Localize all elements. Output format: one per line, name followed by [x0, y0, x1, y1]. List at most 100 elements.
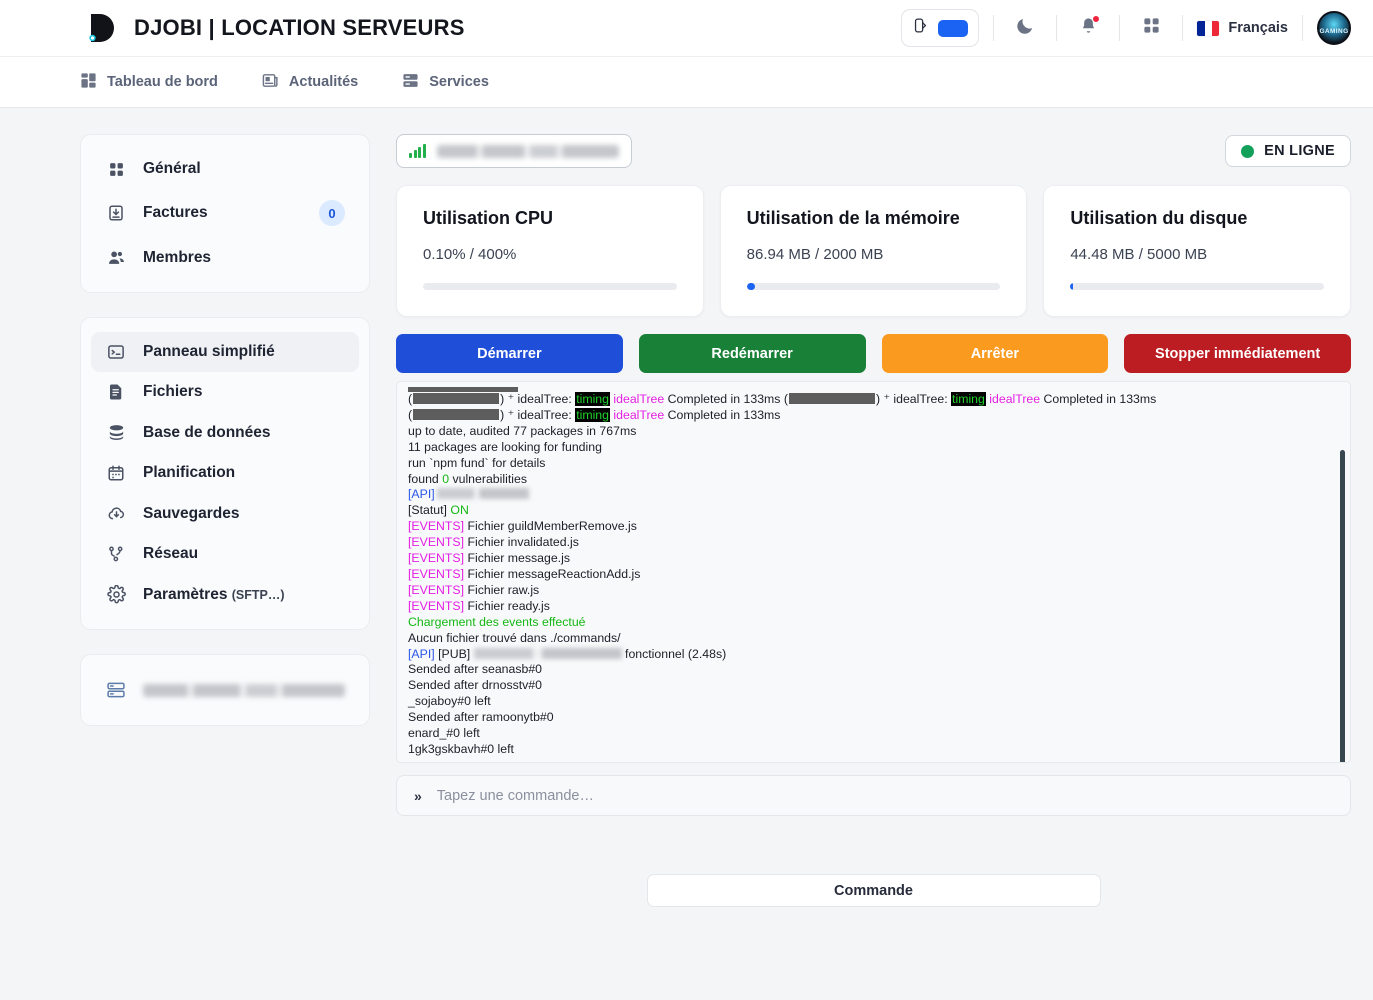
api-tag: [API]: [408, 487, 435, 502]
top-bar: DJOBI | LOCATION SERVEURS Français GAMIN…: [0, 0, 1373, 57]
vuln-suffix: vulnerabilities: [449, 471, 527, 486]
events-tag: [EVENTS]: [408, 519, 465, 534]
npm-completed-1: Completed in 133ms: [664, 392, 781, 406]
stat-progress-cpu: [423, 283, 677, 290]
stat-title-memory: Utilisation de la mémoire: [746, 208, 960, 228]
start-button[interactable]: Démarrer: [396, 334, 623, 373]
event-file: Fichier message.js: [464, 551, 570, 566]
console-line: enard_#0 left: [408, 726, 480, 741]
notifications-button[interactable]: [1071, 11, 1105, 45]
dashboard-grid-icon: [80, 72, 97, 93]
apps-button[interactable]: [1134, 11, 1168, 45]
sidebar-item-members[interactable]: Membres: [91, 237, 359, 278]
nav-item-news[interactable]: Actualités: [262, 57, 358, 107]
api-tag: [API]: [408, 646, 435, 661]
sidebar-item-console[interactable]: Panneau simplifié: [91, 332, 359, 372]
pub-tag: [PUB]: [434, 646, 474, 661]
stat-card-disk: Utilisation du disque 44.48 MB / 5000 MB: [1043, 185, 1352, 317]
page-body: Général Factures 0 Membres Panneau simpl…: [0, 108, 1373, 1000]
kill-button[interactable]: Stopper immédiatement: [1124, 334, 1351, 373]
divider-3: [1119, 15, 1121, 41]
restart-button[interactable]: Redémarrer: [638, 334, 866, 373]
console-line: run `npm fund` for details: [408, 455, 546, 470]
dark-mode-toggle[interactable]: [1008, 11, 1042, 45]
nav-label-news: Actualités: [288, 74, 359, 90]
signal-bars-icon: [409, 144, 426, 158]
current-server-name-redacted: [143, 683, 345, 697]
sidebar-item-network[interactable]: Réseau: [91, 534, 359, 574]
notification-dot: [1092, 15, 1101, 23]
console-line-event: [EVENTS] Fichier guildMemberRemove.js: [408, 519, 1324, 535]
status-badge[interactable]: EN LIGNE: [1225, 135, 1351, 167]
nav-item-dashboard[interactable]: Tableau de bord: [80, 57, 218, 107]
theme-selector[interactable]: [901, 9, 980, 47]
nav-item-services[interactable]: Services: [402, 57, 489, 107]
server-selector-value-redacted: [436, 144, 619, 158]
stop-button[interactable]: Arrêter: [881, 334, 1109, 373]
server-icon: [105, 680, 127, 700]
divider-4: [1182, 15, 1184, 41]
language-selector[interactable]: Français: [1197, 20, 1288, 36]
user-avatar[interactable]: GAMING: [1317, 11, 1351, 45]
theme-color-swatch[interactable]: [938, 19, 969, 37]
npm-completed-2: Completed in 133ms: [1040, 392, 1157, 406]
sidebar-label-general: Général: [143, 160, 201, 177]
brand[interactable]: DJOBI | LOCATION SERVEURS: [80, 8, 465, 48]
console-line-npm-2: () ⁺ idealTree: timing idealTree Complet…: [408, 407, 1324, 424]
console-line-event: [EVENTS] Fichier invalidated.js: [408, 535, 1324, 551]
stats-row: Utilisation CPU 0.10% / 400% Utilisation…: [396, 185, 1352, 317]
cloud-download-icon: [105, 504, 127, 523]
command-button[interactable]: Commande: [646, 874, 1101, 907]
npm-close-paren-1: ): [500, 392, 508, 406]
file-icon: [105, 383, 127, 401]
npm-timing-tag-3: timing: [575, 407, 610, 422]
console-line: Sended after ramoonytb#0: [408, 710, 554, 725]
sidebar-card-current-server: [80, 654, 370, 726]
npm-idealtree-2: idealTree: [989, 392, 1041, 406]
france-flag-icon: [1197, 20, 1220, 36]
main-content: EN LIGNE Utilisation CPU 0.10% / 400% Ut…: [396, 134, 1352, 1000]
stat-value-cpu: 0.10% / 400%: [423, 246, 517, 263]
sidebar-label-backups: Sauvegardes: [143, 504, 240, 522]
sidebar-label-members: Membres: [143, 248, 212, 266]
console-output[interactable]: () ⁺ idealTree: timing idealTree Complet…: [396, 381, 1351, 763]
console-line-events-loaded: Chargement des events effectué: [408, 614, 586, 629]
calendar-icon: [105, 464, 127, 482]
stat-progress-memory: [746, 283, 1001, 290]
server-selector[interactable]: [396, 134, 632, 168]
command-input[interactable]: [436, 787, 1333, 804]
event-file: Fichier messageReactionAdd.js: [464, 566, 641, 581]
console-scrollbar[interactable]: [1340, 450, 1345, 762]
console-line-npm-1: () ⁺ idealTree: timing idealTree Complet…: [408, 392, 1324, 408]
nav-label-services: Services: [429, 74, 489, 90]
event-file: Fichier ready.js: [464, 598, 550, 613]
sidebar-item-schedule[interactable]: Planification: [91, 453, 359, 493]
palette-icon: [912, 17, 929, 39]
sidebar-item-general[interactable]: Général: [91, 149, 359, 189]
grid-icon: [105, 161, 127, 178]
console-line-vulnerabilities: found 0 vulnerabilities: [408, 472, 1324, 488]
sidebar-item-backups[interactable]: Sauvegardes: [91, 493, 359, 534]
settings-label-sub: (SFTP…): [231, 587, 285, 602]
sidebar-item-database[interactable]: Base de données: [91, 412, 359, 453]
sidebar-item-settings[interactable]: Paramètres (SFTP…): [91, 574, 359, 615]
npm-prefix-2: ⁺ idealTree:: [883, 392, 952, 406]
stat-card-memory: Utilisation de la mémoire 86.94 MB / 200…: [719, 185, 1028, 317]
divider-5: [1302, 15, 1303, 41]
djobi-d-logo-icon: [80, 8, 120, 48]
moon-icon: [1015, 16, 1035, 41]
sidebar-item-invoices[interactable]: Factures 0: [91, 189, 359, 237]
sidebar-item-files[interactable]: Fichiers: [91, 372, 359, 412]
stat-value-disk: 44.48 MB / 5000 MB: [1070, 246, 1208, 263]
command-bar[interactable]: »: [396, 775, 1351, 816]
sidebar-label-schedule: Planification: [143, 464, 236, 481]
server-header: EN LIGNE: [396, 134, 1351, 168]
sidebar-label-database: Base de données: [143, 423, 271, 441]
stat-title-cpu: Utilisation CPU: [423, 208, 554, 228]
primary-nav: Tableau de bord Actualités Services: [0, 57, 1373, 108]
sidebar-item-current-server[interactable]: [91, 669, 359, 711]
npm-open-paren-3: (: [408, 407, 413, 422]
npm-completed-3: Completed in 133ms: [664, 407, 781, 422]
console-line: Sended after drnosstv#0: [408, 678, 542, 693]
events-tag: [EVENTS]: [408, 535, 465, 550]
